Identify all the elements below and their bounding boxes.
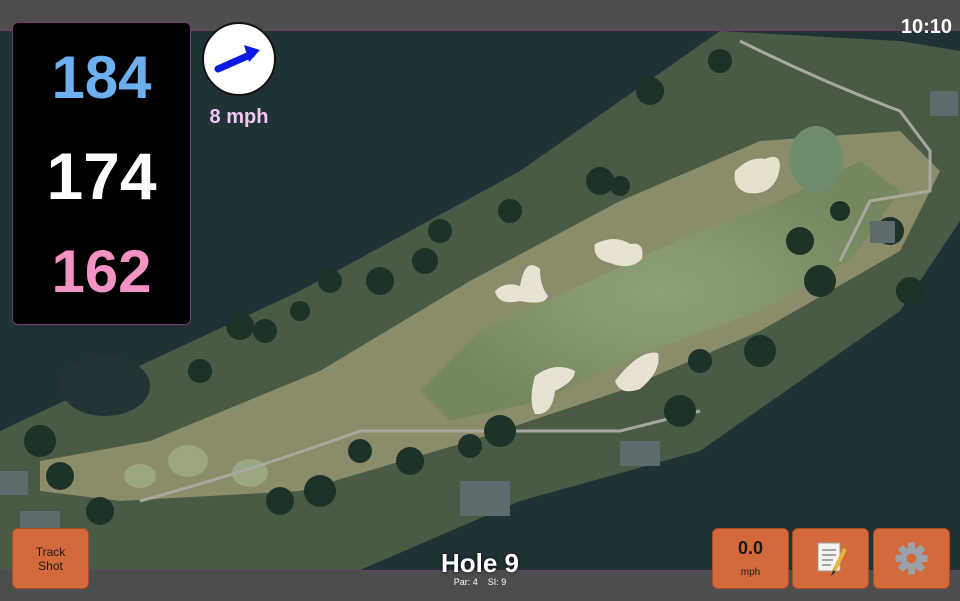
speed-value: 0.0 [737,538,764,558]
hole-title: Hole 9 [440,548,520,578]
track-shot-label-line1: Track [35,544,66,559]
status-clock: 10:10 [900,16,952,38]
distance-front: 162 [51,238,152,305]
hole-stroke-index: SI: 9 [487,577,507,587]
track-shot-button[interactable]: Track Shot [12,528,89,589]
scorecard-button[interactable] [792,528,869,589]
speed-unit: mph [740,567,761,578]
track-shot-label-line2: Shot [38,558,63,573]
distance-panel: 184 174 162 [12,22,191,325]
wind-indicator [202,22,276,96]
wind-speed-label: 8 mph [209,106,269,128]
hole-par: Par: 4 [453,577,478,587]
gear-icon [895,542,928,575]
distance-middle: 174 [46,139,157,213]
wind-arrow-icon [214,45,260,73]
settings-button[interactable] [873,528,950,589]
distance-back: 184 [51,44,152,111]
speed-button[interactable]: 0.0 mph [712,528,789,589]
notepad-icon [817,542,847,576]
hole-info: Par: 4 SI: 9 [380,577,580,587]
